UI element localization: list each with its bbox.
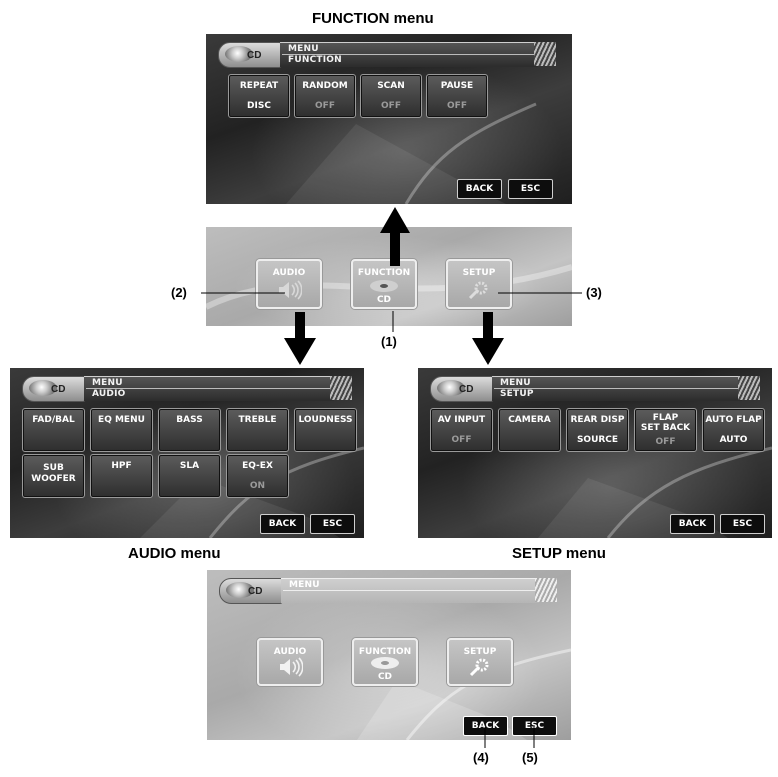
callout-1: (1) [381,334,397,349]
callout-5: (5) [522,750,538,765]
arrow-down-to-audio [284,312,316,365]
annotation-overlay [201,207,582,748]
arrow-down-to-setup [472,312,504,365]
callout-4: (4) [473,750,489,765]
callout-2: (2) [171,285,187,300]
callout-3: (3) [586,285,602,300]
arrow-up-to-function [380,207,410,266]
